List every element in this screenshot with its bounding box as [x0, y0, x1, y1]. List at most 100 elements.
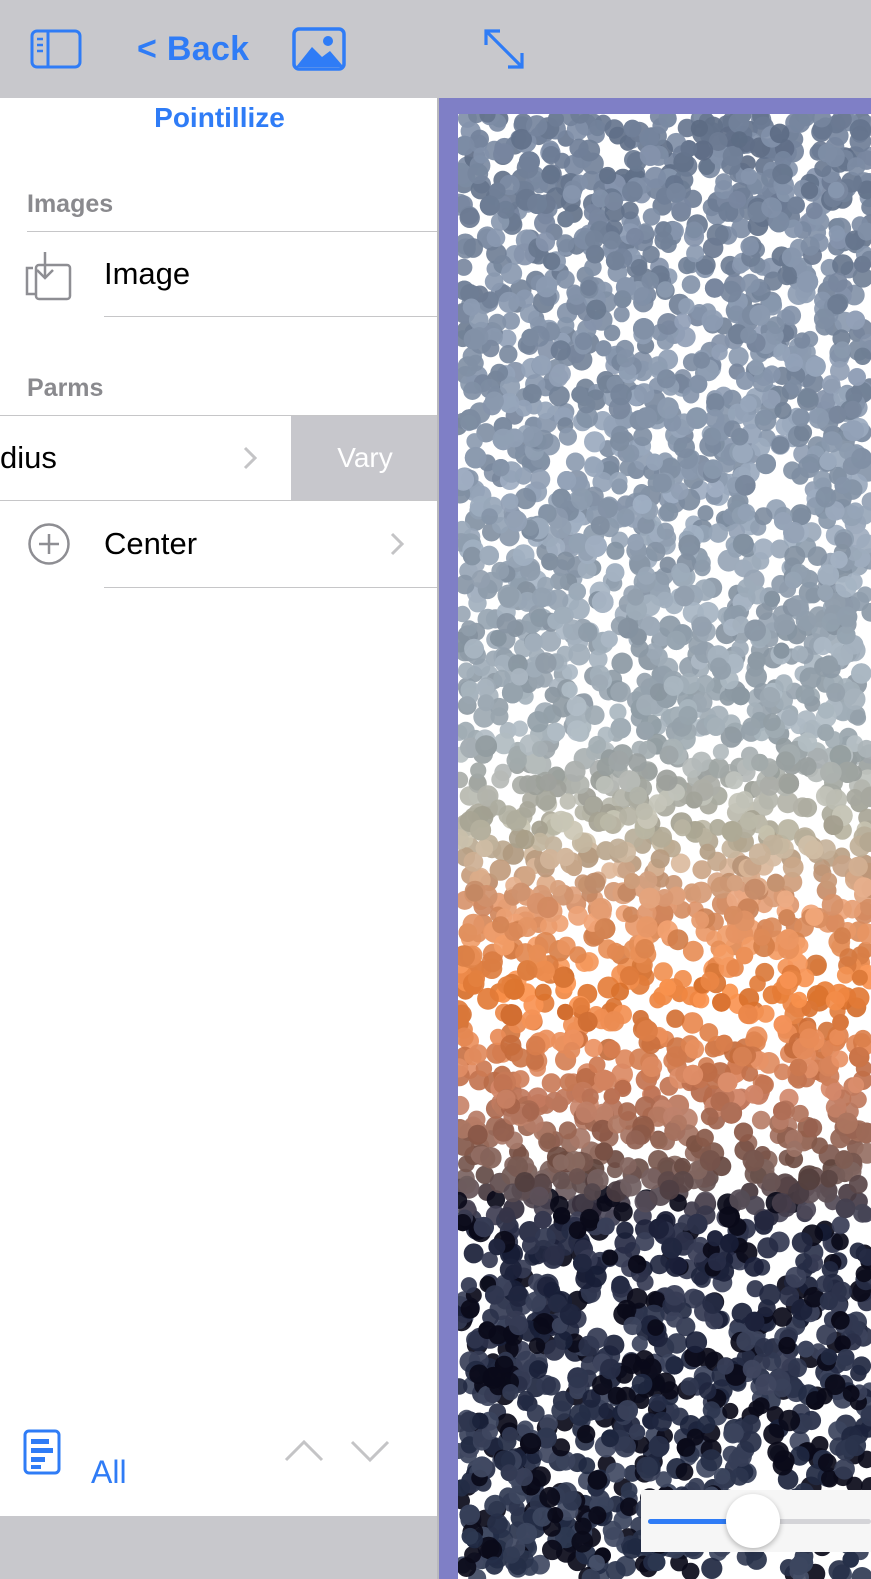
all-filter-label[interactable]: All	[91, 1454, 127, 1491]
paint-dot	[737, 578, 756, 598]
document-list-icon[interactable]	[23, 1429, 61, 1475]
paint-dot	[674, 585, 695, 607]
paint-dot	[603, 1040, 621, 1059]
paint-dot	[463, 238, 483, 258]
paint-dot	[584, 431, 606, 453]
paint-dot	[693, 579, 716, 601]
chevron-down-icon[interactable]	[349, 1438, 391, 1464]
paint-dot	[706, 393, 725, 412]
paint-dot	[490, 363, 509, 382]
paint-dot	[501, 262, 523, 284]
paint-dot	[772, 163, 793, 185]
paint-dot	[819, 452, 837, 471]
paint-dot	[641, 1056, 663, 1077]
paint-dot	[691, 911, 710, 930]
paint-dot	[700, 971, 720, 991]
paint-dot	[823, 815, 844, 835]
paint-dot	[821, 375, 841, 394]
image-import-icon	[25, 252, 72, 301]
paint-dot	[620, 1482, 638, 1500]
paint-dot	[656, 369, 676, 389]
image-canvas[interactable]	[458, 114, 871, 1579]
paint-dot	[585, 244, 605, 264]
paint-dot	[616, 349, 635, 368]
paint-dot	[551, 488, 571, 509]
back-button[interactable]: < Back	[137, 22, 249, 76]
paint-dot	[583, 1183, 602, 1201]
paint-dot	[819, 1291, 838, 1311]
paint-dot	[503, 978, 525, 1000]
paint-dot	[825, 1084, 842, 1101]
chevron-up-icon[interactable]	[283, 1438, 325, 1464]
paint-dot	[470, 762, 487, 779]
center-row[interactable]: Center	[0, 501, 439, 587]
paint-dot	[666, 630, 686, 651]
paint-dot	[735, 946, 754, 965]
paint-dot	[828, 405, 847, 424]
paint-dot	[616, 1221, 634, 1239]
paint-dot	[541, 165, 561, 185]
paint-dot	[477, 987, 499, 1010]
paint-dot	[798, 757, 817, 776]
paint-dot	[738, 1004, 758, 1025]
paint-dot	[659, 502, 679, 522]
paint-dot	[534, 212, 556, 234]
paint-dot	[467, 1124, 488, 1145]
paint-dot	[681, 275, 701, 294]
vary-button[interactable]: Vary	[291, 416, 439, 500]
paint-dot	[763, 365, 781, 383]
paint-dot	[740, 395, 757, 413]
slider-thumb[interactable]	[726, 1494, 780, 1548]
paint-dot	[702, 1292, 724, 1314]
paint-dot	[744, 1256, 764, 1277]
paint-dot	[847, 502, 864, 520]
paint-dot	[832, 1014, 849, 1031]
image-row[interactable]: Image	[0, 232, 439, 316]
radius-row[interactable]: dius	[0, 416, 291, 500]
paint-dot	[572, 997, 590, 1015]
paint-dot	[821, 431, 843, 453]
paint-dot	[541, 1376, 561, 1396]
paint-dot	[688, 374, 708, 394]
paint-dot	[664, 1285, 685, 1306]
paint-dot	[835, 576, 857, 598]
paint-dot	[633, 427, 653, 447]
paint-dot	[563, 1042, 581, 1059]
paint-dot	[849, 709, 867, 726]
paint-dot	[782, 856, 804, 878]
paint-dot	[778, 773, 800, 794]
paint-dot	[584, 457, 604, 477]
paint-dot	[521, 426, 543, 448]
paint-dot	[731, 428, 749, 446]
paint-dot	[517, 960, 538, 981]
paint-dot	[471, 570, 491, 589]
sidebar-toggle-button[interactable]	[30, 22, 82, 76]
paint-dot	[671, 562, 691, 583]
paint-dot	[632, 494, 652, 514]
paint-dot	[589, 119, 606, 137]
paint-dot	[628, 753, 647, 772]
paint-dot	[784, 545, 806, 567]
paint-dot	[553, 1207, 571, 1225]
paint-dot	[459, 1504, 480, 1526]
paint-dot	[827, 272, 848, 293]
paint-dot	[645, 541, 666, 562]
paint-dot	[537, 896, 559, 919]
paint-dot	[781, 247, 802, 268]
paint-dot	[590, 516, 610, 535]
paint-dot	[652, 1411, 672, 1432]
paint-dot	[481, 508, 498, 525]
paint-dot	[521, 1102, 539, 1120]
paint-dot	[700, 1107, 719, 1126]
paint-dot	[773, 642, 790, 659]
paint-dot	[820, 1169, 838, 1188]
expand-button[interactable]	[480, 22, 528, 76]
paint-dot	[502, 493, 519, 510]
image-button[interactable]	[292, 22, 346, 76]
paint-dot	[803, 1118, 823, 1138]
paint-dot	[702, 237, 724, 259]
paint-dot	[475, 735, 497, 757]
paint-dot	[502, 1384, 519, 1401]
paint-dot	[606, 942, 625, 961]
paint-dot	[755, 453, 776, 475]
